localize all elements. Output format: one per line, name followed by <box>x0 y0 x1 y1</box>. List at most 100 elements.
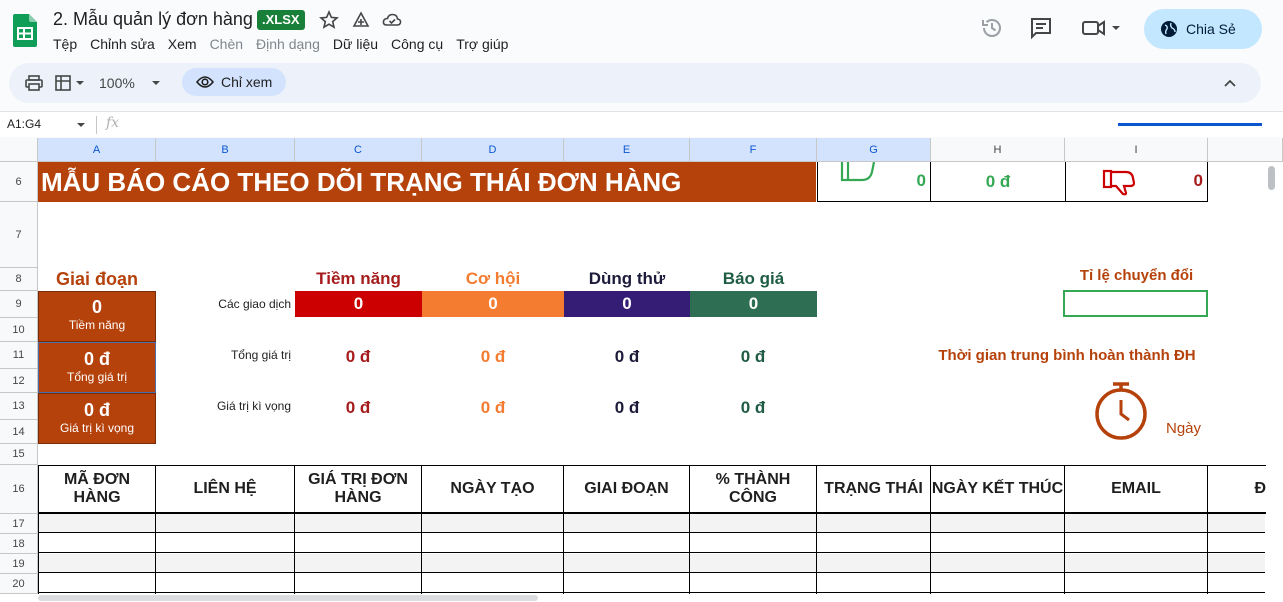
col-header-f[interactable]: F <box>690 138 817 162</box>
table-row[interactable] <box>38 514 1265 533</box>
stage-header-potential[interactable]: Tiềm năng <box>295 269 422 289</box>
total-value-opportunity[interactable]: 0 đ <box>430 347 556 367</box>
name-box-dropdown-icon[interactable] <box>76 121 86 129</box>
table-header-status[interactable]: TRẠNG THÁI <box>817 465 931 514</box>
document-title[interactable]: 2. Mẫu quản lý đơn hàng <box>53 9 253 30</box>
name-box[interactable]: A1:G4 <box>7 117 41 131</box>
meet-video-icon[interactable] <box>1082 16 1124 40</box>
table-header-stage[interactable]: GIAI ĐOẠN <box>564 465 690 514</box>
row-header-14[interactable]: 14 <box>0 420 38 444</box>
move-to-folder-icon[interactable] <box>351 10 371 30</box>
cloud-status-icon[interactable] <box>382 10 402 30</box>
row-header-10[interactable]: 10 <box>0 318 38 342</box>
table-header-order-value[interactable]: GIÁ TRỊ ĐƠN HÀNG <box>295 465 422 514</box>
stage-header-opportunity[interactable]: Cơ hội <box>422 269 564 289</box>
cell-h6[interactable]: 0 đ <box>931 162 1065 202</box>
share-button[interactable]: Chia Sẻ <box>1144 9 1262 49</box>
table-header-created-date[interactable]: NGÀY TẠO <box>422 465 564 514</box>
expected-value-quote[interactable]: 0 đ <box>690 398 816 418</box>
table-row[interactable] <box>38 534 1265 553</box>
col-header-i[interactable]: I <box>1065 138 1208 162</box>
zoom-select[interactable]: 100% <box>99 63 163 103</box>
row-header-15[interactable]: 15 <box>0 444 38 465</box>
row-header-16[interactable]: 16 <box>0 465 38 514</box>
row-label-total-value[interactable]: Tổng giá trị <box>156 348 291 362</box>
print-button[interactable] <box>25 63 43 103</box>
menu-file[interactable]: Tệp <box>53 36 77 52</box>
row-header-19[interactable]: 19 <box>0 554 38 574</box>
row-header-8[interactable]: 8 <box>0 268 38 291</box>
expected-value-potential[interactable]: 0 đ <box>295 398 421 418</box>
view-only-button[interactable]: Chỉ xem <box>182 68 287 96</box>
menu-edit[interactable]: Chỉnh sửa <box>90 36 155 52</box>
comments-icon[interactable] <box>1029 16 1053 40</box>
table-header-email[interactable]: EMAIL <box>1065 465 1208 514</box>
stage-header-trial[interactable]: Dùng thử <box>564 269 690 289</box>
stage-title[interactable]: Giai đoạn <box>38 269 156 290</box>
transactions-trial[interactable]: 0 <box>564 291 690 317</box>
sheets-logo-icon[interactable] <box>13 14 37 47</box>
stage-box-potential[interactable]: 0 Tiềm năng <box>38 291 156 342</box>
version-history-icon[interactable] <box>980 16 1004 40</box>
row-header-12[interactable]: 12 <box>0 369 38 393</box>
print-icon <box>25 75 43 91</box>
row-label-transactions[interactable]: Các giao dịch <box>156 297 291 311</box>
col-header-c[interactable]: C <box>295 138 422 162</box>
col-header-e[interactable]: E <box>564 138 690 162</box>
conversion-rate-title[interactable]: Tỉ lệ chuyển đổi <box>1065 267 1208 284</box>
conversion-rate-cell[interactable] <box>1063 290 1208 317</box>
table-header-end-date[interactable]: NGÀY KẾT THÚC <box>931 465 1065 514</box>
expected-value-trial[interactable]: 0 đ <box>564 398 690 418</box>
menu-tools[interactable]: Công cụ <box>391 36 443 52</box>
table-header-next[interactable]: Đ <box>1208 465 1266 514</box>
table-header-success-rate[interactable]: % THÀNH CÔNG <box>690 465 817 514</box>
row-header-11[interactable]: 11 <box>0 342 38 369</box>
cell-g6[interactable]: 0 <box>817 162 931 202</box>
total-value-quote[interactable]: 0 đ <box>690 347 816 367</box>
col-header-h[interactable]: H <box>931 138 1065 162</box>
cell-i6[interactable]: 0 <box>1065 162 1208 202</box>
total-value-potential[interactable]: 0 đ <box>295 347 421 367</box>
paint-format-button[interactable] <box>55 63 85 103</box>
table-row[interactable] <box>38 574 1265 593</box>
row-header-20[interactable]: 20 <box>0 574 38 594</box>
col-header-a[interactable]: A <box>38 138 156 162</box>
stage-box-total-value[interactable]: 0 đ Tổng giá trị <box>38 342 156 393</box>
stage-header-quote[interactable]: Báo giá <box>690 269 817 289</box>
row-label-expected-value[interactable]: Giá trị kì vọng <box>156 399 291 413</box>
row-header-17[interactable]: 17 <box>0 514 38 534</box>
stage-box-expected-value[interactable]: 0 đ Giá trị kì vọng <box>38 393 156 444</box>
report-banner[interactable]: MẪU BÁO CÁO THEO DÕI TRẠNG THÁI ĐƠN HÀNG <box>38 162 816 202</box>
col-header-b[interactable]: B <box>156 138 295 162</box>
transactions-opportunity[interactable]: 0 <box>422 291 564 317</box>
expected-value-opportunity[interactable]: 0 đ <box>430 398 556 418</box>
col-header-g[interactable]: G <box>817 138 931 162</box>
days-label[interactable]: Ngày <box>1166 420 1201 437</box>
col-header-d[interactable]: D <box>422 138 564 162</box>
vertical-scrollbar[interactable] <box>1266 162 1276 602</box>
avg-completion-title[interactable]: Thời gian trung bình hoàn thành ĐH <box>922 347 1212 364</box>
spreadsheet-grid[interactable]: A B C D E F G H I 6 7 8 9 10 11 12 13 14… <box>0 138 1283 602</box>
menu-data[interactable]: Dữ liệu <box>333 36 378 52</box>
row-header-7[interactable]: 7 <box>0 202 38 268</box>
row-header-18[interactable]: 18 <box>0 534 38 554</box>
row-header-6[interactable]: 6 <box>0 162 38 202</box>
table-header-contact[interactable]: LIÊN HỆ <box>156 465 295 514</box>
horizontal-scroll-thumb[interactable] <box>38 595 538 601</box>
menu-view[interactable]: Xem <box>168 36 197 52</box>
collapse-menus-button[interactable] <box>1223 63 1237 103</box>
menu-insert[interactable]: Chèn <box>210 36 243 52</box>
menu-help[interactable]: Trợ giúp <box>456 36 508 52</box>
star-icon[interactable] <box>319 10 339 30</box>
transactions-quote[interactable]: 0 <box>690 291 817 317</box>
vertical-scroll-thumb[interactable] <box>1268 166 1275 190</box>
table-header-order-id[interactable]: MÃ ĐƠN HÀNG <box>38 465 156 514</box>
row-header-9[interactable]: 9 <box>0 291 38 318</box>
total-value-trial[interactable]: 0 đ <box>564 347 690 367</box>
table-row[interactable] <box>38 554 1265 573</box>
col-header-j[interactable] <box>1208 138 1283 162</box>
transactions-potential[interactable]: 0 <box>295 291 422 317</box>
row-header-13[interactable]: 13 <box>0 393 38 420</box>
select-all-corner[interactable] <box>0 138 38 162</box>
menu-format[interactable]: Định dạng <box>256 36 320 52</box>
